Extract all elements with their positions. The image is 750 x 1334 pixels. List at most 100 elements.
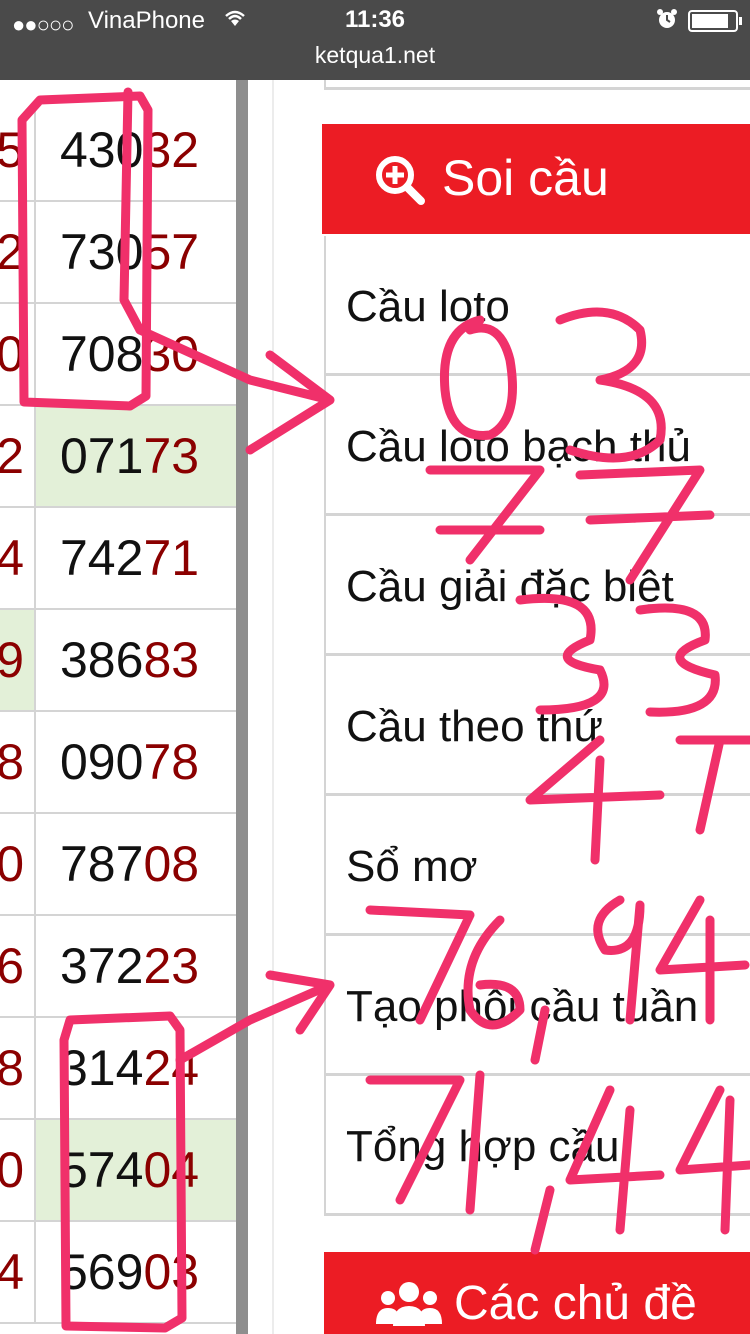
menu-item[interactable]: Tạo phôi cầu tuần (324, 936, 750, 1076)
number-head: 090 (60, 734, 144, 790)
result-number: 74271 (60, 532, 199, 584)
result-number: 31424 (60, 1042, 199, 1094)
menu-item[interactable]: Cầu theo thứ (324, 656, 750, 796)
results-table: 5430322730570708302071734742719386838090… (0, 80, 236, 1334)
topics-header[interactable]: Các chủ đề (324, 1252, 750, 1334)
left-digit: 6 (0, 940, 24, 992)
clock: 11:36 (344, 6, 406, 33)
table-row: 2 73057 (0, 202, 236, 304)
number-head: 787 (60, 836, 144, 892)
table-cell-number: 70830 (36, 304, 236, 404)
left-digit: 5 (0, 124, 24, 176)
number-head: 569 (60, 1244, 144, 1300)
status-bar: ●●○○○ VinaPhone 11:36 ketqua1.net (0, 0, 750, 80)
number-tail: 83 (143, 632, 200, 688)
topics-title: Các chủ đề (454, 1277, 697, 1330)
result-number: 78708 (60, 838, 199, 890)
menu-item[interactable]: Cầu loto (324, 236, 750, 376)
number-head: 708 (60, 326, 144, 382)
table-cell-number: 31424 (36, 1018, 236, 1118)
table-cell-left: 9 (0, 610, 36, 710)
number-head: 430 (60, 122, 144, 178)
left-digit: 0 (0, 328, 24, 380)
menu-item-label: Cầu giải đặc biệt (346, 562, 674, 611)
menu-item[interactable]: Cầu giải đặc biệt (324, 516, 750, 656)
number-tail: 32 (143, 122, 200, 178)
left-digit: 8 (0, 736, 24, 788)
table-cell-left: 4 (0, 508, 36, 608)
left-digit: 4 (0, 532, 24, 584)
result-number: 73057 (60, 226, 199, 278)
table-cell-number: 78708 (36, 814, 236, 914)
table-row: 8 31424 (0, 1018, 236, 1120)
table-cell-number: 73057 (36, 202, 236, 302)
menu-item[interactable]: Cầu loto bạch thủ (324, 376, 750, 516)
result-number: 56903 (60, 1246, 199, 1298)
gutter (248, 80, 274, 1334)
table-cell-number: 37223 (36, 916, 236, 1016)
table-cell-left: 2 (0, 406, 36, 506)
table-row: 4 74271 (0, 508, 236, 610)
menu-item-label: Tạo phôi cầu tuần (346, 982, 699, 1031)
left-digit: 4 (0, 1246, 24, 1298)
table-cell-number: 38683 (36, 610, 236, 710)
soi-cau-title: Soi cầu (442, 150, 609, 206)
table-row: 0 70830 (0, 304, 236, 406)
screen: { "status_bar": { "signal": "●●○○○", "ca… (0, 0, 750, 1334)
number-tail: 73 (143, 428, 200, 484)
result-number: 38683 (60, 634, 199, 686)
panel-top-edge (324, 80, 750, 90)
table-cell-left: 8 (0, 1018, 36, 1118)
table-cell-number: 56903 (36, 1222, 236, 1322)
result-number: 09078 (60, 736, 199, 788)
zoom-in-icon (374, 154, 426, 206)
number-tail: 03 (143, 1244, 200, 1300)
alarm-icon (656, 8, 678, 36)
table-row: 5 43032 (0, 100, 236, 202)
battery-icon (688, 10, 742, 32)
number-tail: 71 (143, 530, 200, 586)
table-cell-left: 0 (0, 814, 36, 914)
menu-item-label: Cầu loto bạch thủ (346, 422, 691, 471)
number-head: 314 (60, 1040, 144, 1096)
left-digit: 0 (0, 1144, 24, 1196)
table-row: 6 37223 (0, 916, 236, 1018)
table-cell-left: 0 (0, 304, 36, 404)
left-digit: 9 (0, 634, 24, 686)
table-cell-left: 2 (0, 202, 36, 302)
result-number: 70830 (60, 328, 199, 380)
table-cell-number: 07173 (36, 406, 236, 506)
result-number: 07173 (60, 430, 199, 482)
table-row: 4 56903 (0, 1222, 236, 1324)
menu-item-label: Cầu loto (346, 282, 510, 331)
battery-level (692, 14, 728, 28)
result-number: 43032 (60, 124, 199, 176)
address-url[interactable]: ketqua1.net (0, 42, 750, 69)
table-row: 0 78708 (0, 814, 236, 916)
table-cell-left: 5 (0, 100, 36, 200)
number-head: 742 (60, 530, 144, 586)
number-tail: 23 (143, 938, 200, 994)
menu-item-label: Cầu theo thứ (346, 702, 603, 751)
menu-item[interactable]: Tổng hợp cầu (324, 1076, 750, 1216)
table-cell-number: 09078 (36, 712, 236, 812)
number-tail: 78 (143, 734, 200, 790)
column-divider (236, 80, 248, 1334)
number-head: 574 (60, 1142, 144, 1198)
soi-cau-header: Soi cầu (322, 124, 750, 234)
left-digit: 8 (0, 1042, 24, 1094)
number-tail: 30 (143, 326, 200, 382)
number-head: 071 (60, 428, 144, 484)
number-tail: 04 (143, 1142, 200, 1198)
number-tail: 08 (143, 836, 200, 892)
table-row: 0 57404 (0, 1120, 236, 1222)
menu-item[interactable]: Sổ mơ (324, 796, 750, 936)
table-cell-left: 6 (0, 916, 36, 1016)
result-number: 57404 (60, 1144, 199, 1196)
number-head: 386 (60, 632, 144, 688)
table-row: 8 09078 (0, 712, 236, 814)
menu-item-label: Sổ mơ (346, 842, 478, 891)
table-row: 9 38683 (0, 610, 236, 712)
number-head: 372 (60, 938, 144, 994)
table-cell-left: 0 (0, 1120, 36, 1220)
